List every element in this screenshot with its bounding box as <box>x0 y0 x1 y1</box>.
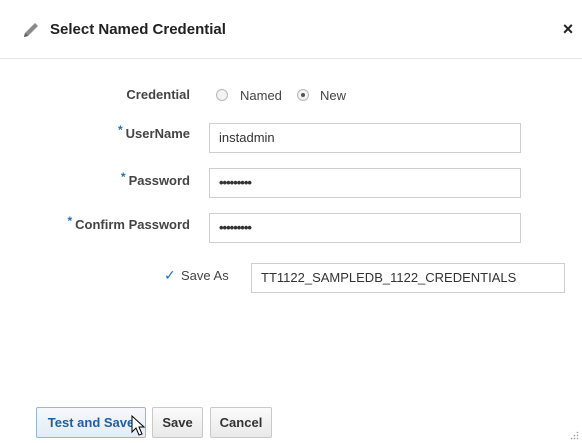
confirm-password-label: * Confirm Password <box>40 214 190 232</box>
save-as-checkbox[interactable]: ✓ <box>164 267 176 284</box>
dialog-title: Select Named Credential <box>50 21 226 38</box>
close-icon[interactable]: × <box>558 18 578 40</box>
save-as-label: Save As <box>181 268 229 283</box>
password-input[interactable]: ••••••••• <box>209 168 521 198</box>
required-asterisk: * <box>67 214 73 228</box>
credential-named-label[interactable]: Named <box>240 88 282 103</box>
required-asterisk: * <box>118 123 123 137</box>
password-label-text: Password <box>128 173 190 188</box>
credential-named-radio[interactable] <box>216 89 228 101</box>
credential-label: Credential <box>126 87 190 102</box>
test-and-save-button[interactable]: Test and Save <box>36 407 146 438</box>
credential-new-label[interactable]: New <box>320 88 346 103</box>
dialog-titlebar: Select Named Credential × <box>0 0 582 59</box>
mouse-pointer-icon <box>131 415 146 436</box>
save-as-input[interactable]: TT1122_SAMPLEDB_1122_CREDENTIALS <box>251 263 565 293</box>
username-label-text: UserName <box>125 126 190 141</box>
confirm-password-input[interactable]: ••••••••• <box>209 213 521 243</box>
credential-new-radio[interactable] <box>297 89 309 101</box>
confirm-password-label-text: Confirm Password <box>75 217 190 232</box>
username-input[interactable]: instadmin <box>209 123 521 153</box>
pencil-icon <box>24 23 38 37</box>
save-button[interactable]: Save <box>152 407 203 438</box>
cancel-button[interactable]: Cancel <box>210 407 272 438</box>
resize-grip-icon[interactable] <box>570 431 579 440</box>
select-named-credential-dialog: Select Named Credential × Credential Nam… <box>0 0 582 443</box>
required-asterisk: * <box>120 170 126 184</box>
password-label: * Password <box>60 170 190 188</box>
username-label: * UserName <box>60 123 190 141</box>
